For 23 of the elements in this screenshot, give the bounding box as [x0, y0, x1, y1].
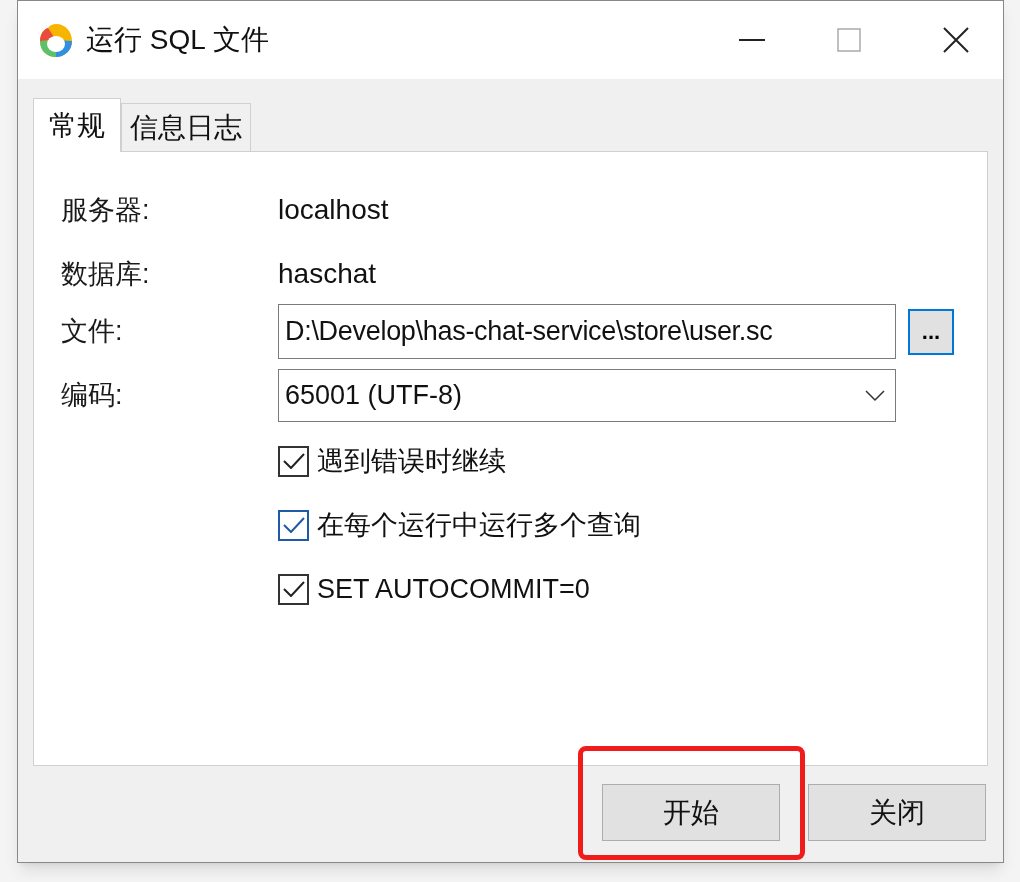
field-label: 数据库: — [61, 257, 151, 291]
tab[interactable]: 常规 — [33, 98, 121, 152]
field-label: 文件: — [61, 315, 124, 349]
database-value: haschat — [278, 257, 377, 291]
close-icon[interactable] — [943, 27, 969, 53]
checkbox[interactable] — [278, 573, 309, 605]
field-label: 编码: — [61, 379, 124, 413]
minimize-icon[interactable] — [739, 38, 765, 42]
checkbox-label: 遇到错误时继续 — [317, 444, 506, 478]
tab[interactable]: 信息日志 — [121, 103, 251, 151]
browse-button[interactable]: ... — [908, 308, 954, 355]
dialog-button[interactable]: 关闭 — [808, 784, 986, 841]
field-label: 服务器: — [61, 193, 151, 227]
checkbox-label: SET AUTOCOMMIT=0 — [317, 572, 590, 606]
checkbox[interactable] — [278, 509, 309, 541]
checkbox[interactable] — [278, 445, 309, 477]
dialog-button[interactable]: 开始 — [602, 784, 780, 841]
file-path-field[interactable]: D:\Develop\has-chat-service\store\user.sc — [278, 304, 896, 359]
encoding-dropdown[interactable]: 65001 (UTF-8) — [278, 369, 896, 422]
window-title: 运行 SQL 文件 — [86, 23, 269, 57]
server-value: localhost — [278, 193, 389, 227]
chevron-down-icon — [865, 389, 885, 402]
checkbox-label: 在每个运行中运行多个查询 — [317, 508, 641, 542]
